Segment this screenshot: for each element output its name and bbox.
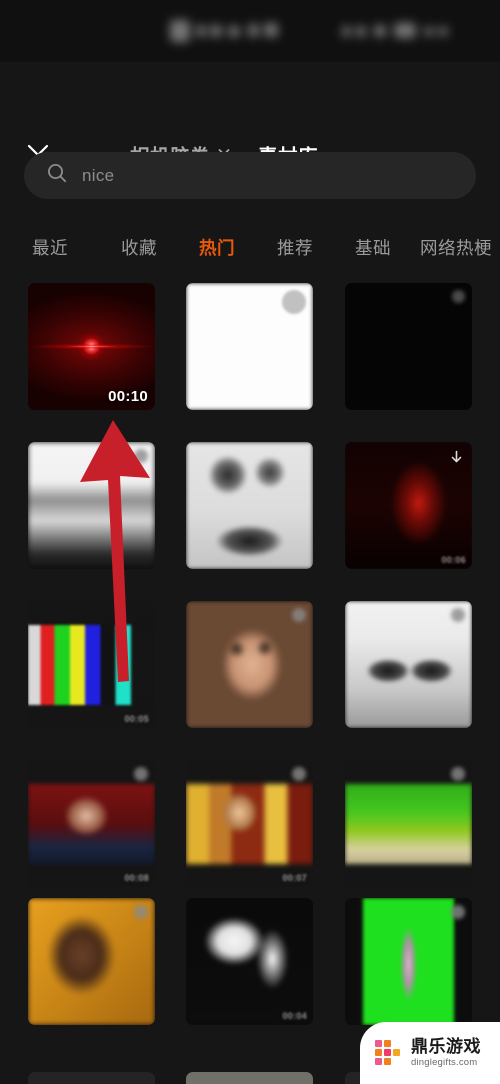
thumbnail-grayscale-crowd-clip[interactable] xyxy=(28,442,155,569)
grid-item[interactable] xyxy=(345,898,472,1025)
thumbnail-green-nature-clip[interactable] xyxy=(345,760,472,887)
status-bar-glyph xyxy=(264,23,278,37)
status-bar-glyph xyxy=(170,20,190,42)
thumbnail-dark-red-clip[interactable]: 00:06 xyxy=(345,442,472,569)
status-bar-glyph xyxy=(424,27,434,36)
status-bar-glyph xyxy=(248,24,259,37)
category-tab-hot[interactable]: 热门 xyxy=(178,235,256,260)
status-bar-glyph xyxy=(394,23,416,38)
grid-item[interactable] xyxy=(186,283,313,410)
grid-item[interactable] xyxy=(345,601,472,728)
download-icon[interactable] xyxy=(292,608,306,622)
duration-label: 00:05 xyxy=(124,714,149,724)
search-input-container[interactable]: nice xyxy=(24,152,476,199)
download-icon[interactable] xyxy=(451,608,465,622)
status-bar-glyph xyxy=(196,25,206,37)
status-bar-glyph xyxy=(356,26,366,37)
download-icon[interactable] xyxy=(282,290,306,314)
thumbnail-art xyxy=(28,624,155,705)
download-icon[interactable] xyxy=(134,767,148,781)
grid-item[interactable]: 00:06 xyxy=(345,442,472,569)
status-bar-glyph xyxy=(374,25,386,37)
download-icon[interactable] xyxy=(292,767,306,781)
search-icon xyxy=(46,162,68,189)
grid-item-partial[interactable] xyxy=(28,1072,155,1084)
thumbnail-sunglasses-clip[interactable] xyxy=(345,601,472,728)
grid-item[interactable]: 00:05 xyxy=(28,601,155,728)
grid-item[interactable] xyxy=(28,898,155,1025)
thumbnail-art xyxy=(186,898,313,1025)
watermark-text: 鼎乐游戏 dinglegifts.com xyxy=(411,1038,481,1068)
thumbnail-red-lens-flare-clip[interactable]: 00:10 xyxy=(28,283,155,410)
download-icon[interactable] xyxy=(134,905,148,919)
category-tab-memes[interactable]: 网络热梗 xyxy=(412,235,500,260)
watermark-title: 鼎乐游戏 xyxy=(411,1037,481,1057)
status-bar-glyph xyxy=(342,26,351,37)
category-tab-favorites[interactable]: 收藏 xyxy=(100,235,178,260)
thumbnail-orange-portrait-clip[interactable] xyxy=(28,898,155,1025)
grid-item[interactable] xyxy=(345,283,472,410)
duration-label: 00:07 xyxy=(282,873,307,883)
category-tab-list: 最近 收藏 热门 推荐 基础 网络热梗 xyxy=(0,225,500,269)
grid-item[interactable] xyxy=(28,442,155,569)
thumbnail-white-clip[interactable] xyxy=(186,283,313,410)
pixel-grid-logo-icon xyxy=(375,1040,400,1065)
category-tab-recent[interactable]: 最近 xyxy=(0,235,100,260)
thumbnail-stage-performance-clip[interactable]: 00:07 xyxy=(186,760,313,887)
grid-item[interactable] xyxy=(345,760,472,887)
thumbnail-art xyxy=(186,442,313,569)
thumbnail-art xyxy=(345,783,472,864)
thumbnail-black-clip[interactable] xyxy=(345,283,472,410)
material-grid: 00:10 00:06 00:05 00:08 00:07 00:04 xyxy=(0,277,500,1084)
app-root: 相机胶卷 素材库 nice xyxy=(0,0,500,1084)
category-tab-basic[interactable]: 基础 xyxy=(334,235,412,260)
status-bar-glyph xyxy=(210,25,222,37)
download-icon[interactable] xyxy=(448,449,465,466)
watermark-url: dinglegifts.com xyxy=(411,1056,478,1068)
thumbnail-black-white-clip[interactable]: 00:04 xyxy=(186,898,313,1025)
grid-item[interactable]: 00:10 xyxy=(28,283,155,410)
header-bar: 相机胶卷 素材库 xyxy=(0,62,500,181)
watermark: 鼎乐游戏 dinglegifts.com xyxy=(360,1022,500,1084)
thumbnail-portrait-face-clip[interactable] xyxy=(186,601,313,728)
grid-item[interactable]: 00:04 xyxy=(186,898,313,1025)
status-bar-glyph xyxy=(438,27,448,36)
thumbnail-art xyxy=(186,783,313,864)
download-icon[interactable] xyxy=(451,767,465,781)
category-tab-recommend[interactable]: 推荐 xyxy=(256,235,334,260)
thumbnail-color-bars-clip[interactable]: 00:05 xyxy=(28,601,155,728)
duration-label: 00:06 xyxy=(441,555,466,565)
status-bar xyxy=(0,0,500,62)
duration-label: 00:08 xyxy=(124,873,149,883)
search-bar[interactable]: nice xyxy=(24,152,476,199)
grid-item[interactable]: 00:07 xyxy=(186,760,313,887)
search-input[interactable]: nice xyxy=(82,166,114,186)
thumbnail-grayscale-face-clip[interactable] xyxy=(186,442,313,569)
thumbnail-art xyxy=(28,783,155,864)
grid-item[interactable] xyxy=(186,601,313,728)
thumbnail-green-screen-clip[interactable] xyxy=(345,898,472,1025)
grid-item[interactable] xyxy=(186,442,313,569)
download-icon[interactable] xyxy=(452,290,465,303)
thumbnail-art xyxy=(345,283,472,410)
duration-label: 00:10 xyxy=(108,388,148,405)
grid-item-partial[interactable] xyxy=(186,1072,313,1084)
download-icon[interactable] xyxy=(134,449,148,463)
thumbnail-red-curtain-clip[interactable]: 00:08 xyxy=(28,760,155,887)
status-bar-glyph xyxy=(228,26,240,37)
duration-label: 00:04 xyxy=(282,1011,307,1021)
grid-item[interactable]: 00:08 xyxy=(28,760,155,887)
download-icon[interactable] xyxy=(451,905,465,919)
